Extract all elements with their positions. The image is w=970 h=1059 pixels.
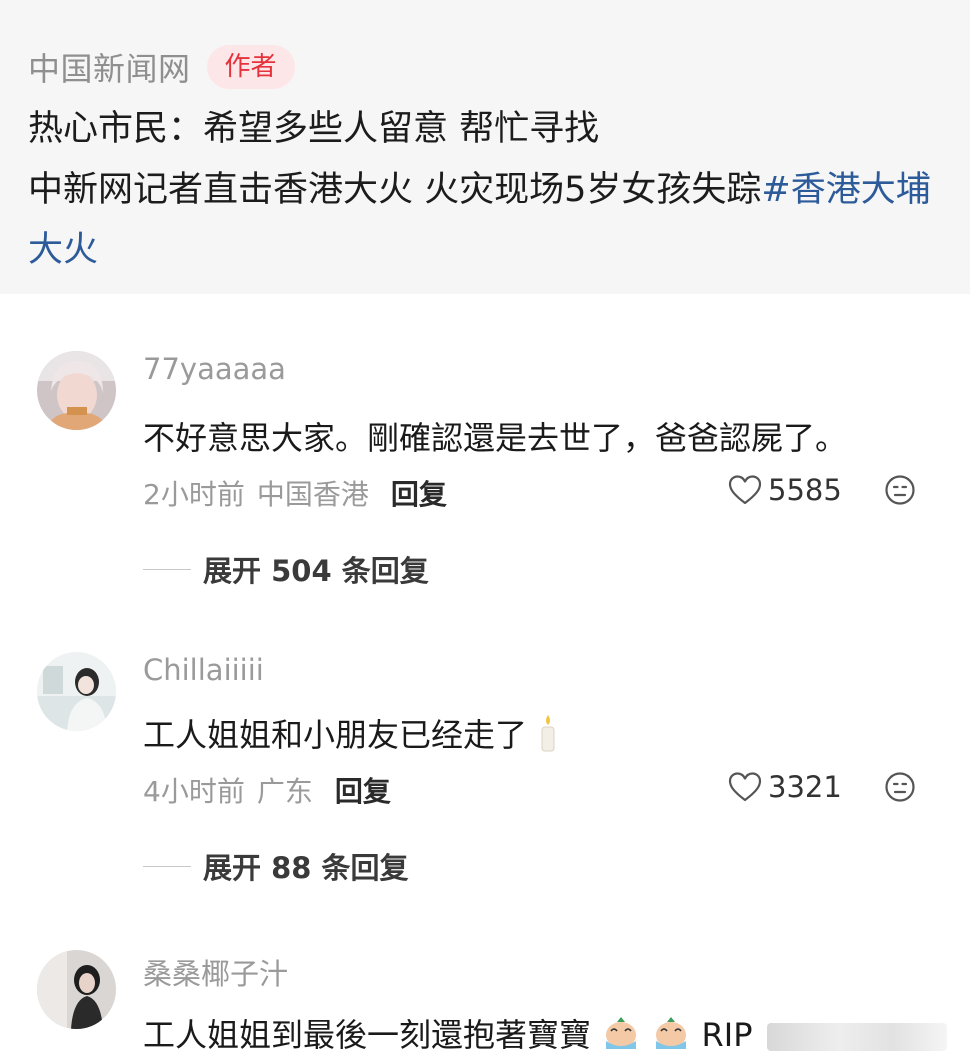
username[interactable]: 77yaaaaa — [143, 352, 286, 386]
expand-replies-label: 展开 88 条回复 — [203, 851, 409, 885]
post-body-text: 中新网记者直击香港大火 火灾现场5岁女孩失踪 — [28, 170, 762, 210]
like-button[interactable]: 5585 — [728, 473, 842, 507]
comment-text-body: 工人姐姐到最後一刻還抱著寶寶 — [143, 1016, 592, 1054]
comment-text: 不好意思大家。剛確認還是去世了，爸爸認屍了。 — [143, 419, 848, 457]
reply-button[interactable]: 回复 — [391, 473, 447, 513]
comment-text: 工人姐姐到最後一刻還抱著寶寶 RIP — [143, 1010, 947, 1059]
expand-replies-label: 展开 504 条回复 — [203, 554, 429, 588]
expand-replies-button[interactable]: 展开 88 条回复 — [143, 845, 409, 887]
divider-line — [143, 865, 191, 867]
comment-location: 广东 — [256, 775, 313, 808]
like-button[interactable]: 3321 — [728, 770, 842, 804]
heart-outline-icon — [728, 772, 762, 802]
crying-emoji — [601, 1015, 641, 1059]
username[interactable]: 桑桑椰子汁 — [143, 951, 288, 993]
heart-outline-icon — [728, 475, 762, 505]
post-source-row: 中国新闻网 作者 — [28, 44, 295, 90]
comment-text-body: 工人姐姐和小朋友已经走了 — [143, 716, 528, 754]
comment-time: 4小时前 — [143, 775, 245, 808]
post-body: 中新网记者直击香港大火 火灾现场5岁女孩失踪#香港大埔大火 — [28, 160, 948, 280]
author-badge: 作者 — [206, 45, 295, 89]
comment-meta: 2小时前 中国香港 回复 — [143, 473, 447, 513]
comment-time: 2小时前 — [143, 478, 245, 511]
watermark-blur — [766, 1023, 947, 1051]
post-quote: 热心市民：希望多些人留意 帮忙寻找 — [28, 109, 600, 149]
crying-emoji — [651, 1015, 691, 1059]
sad-face-icon[interactable] — [884, 474, 916, 510]
comment-text: 工人姐姐和小朋友已经走了 — [143, 710, 559, 761]
username[interactable]: Chillaiiiii — [143, 653, 264, 687]
quoted-post-card[interactable]: 中国新闻网 作者 热心市民：希望多些人留意 帮忙寻找 中新网记者直击香港大火 火… — [0, 0, 970, 294]
comment-text-suffix: RIP — [701, 1016, 753, 1054]
like-count: 3321 — [768, 770, 842, 804]
comment-location: 中国香港 — [256, 478, 369, 511]
expand-replies-button[interactable]: 展开 504 条回复 — [143, 548, 429, 590]
sad-face-icon[interactable] — [884, 771, 916, 807]
avatar[interactable] — [37, 652, 116, 731]
reply-button[interactable]: 回复 — [335, 770, 391, 810]
candle-emoji — [537, 713, 559, 761]
divider-line — [143, 568, 191, 570]
avatar[interactable] — [37, 351, 116, 430]
source-name[interactable]: 中国新闻网 — [28, 44, 191, 90]
like-count: 5585 — [768, 473, 842, 507]
comment-meta: 4小时前 广东 回复 — [143, 770, 391, 810]
avatar[interactable] — [37, 950, 116, 1029]
